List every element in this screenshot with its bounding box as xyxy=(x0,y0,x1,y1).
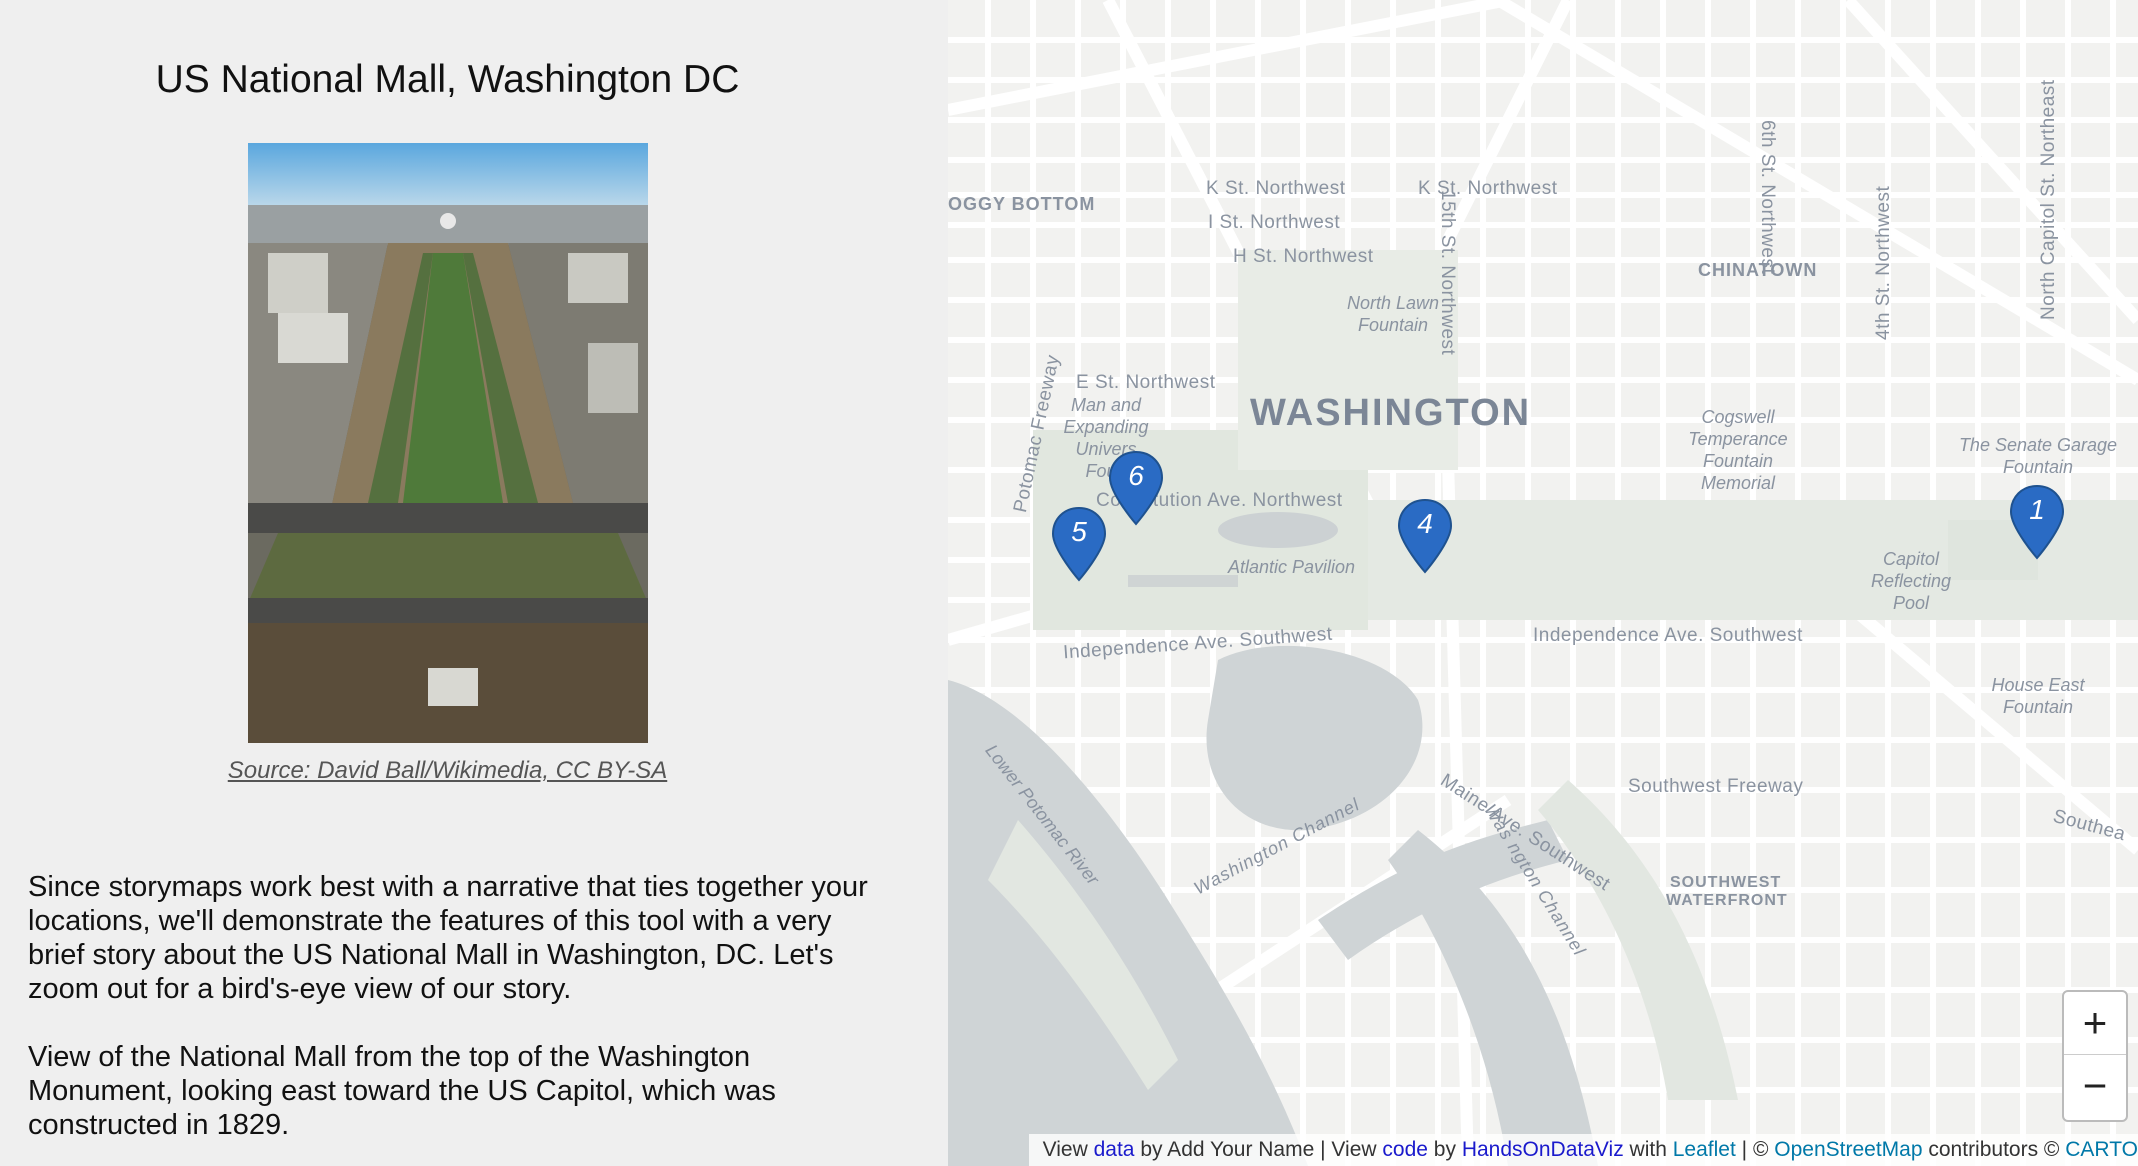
map-marker-5[interactable]: 5 xyxy=(1051,506,1107,582)
street-label: 4th St. Northwest xyxy=(1873,185,1894,340)
neighborhood-label: SOUTHWEST xyxy=(1670,874,1782,891)
map-marker-6[interactable]: 6 xyxy=(1108,450,1164,526)
marker-number: 1 xyxy=(2029,494,2045,525)
openstreetmap-link[interactable]: OpenStreetMap xyxy=(1774,1138,1922,1161)
neighborhood-label: OGGY BOTTOM xyxy=(948,194,1096,214)
poi-label: North Lawn Fountain xyxy=(1346,293,1440,335)
street-label: K St. Northwest xyxy=(1206,178,1346,199)
street-label: 6th St. Northwest xyxy=(1757,120,1778,275)
attribution-text: with xyxy=(1629,1138,1667,1161)
attribution-text: | © xyxy=(1741,1138,1769,1161)
map-marker-1[interactable]: 1 xyxy=(2009,484,2065,560)
national-mall-photo xyxy=(248,143,648,743)
street-label: E St. Northwest xyxy=(1076,372,1216,393)
street-label: H St. Northwest xyxy=(1233,246,1374,267)
story-sidebar: US National Mall, Washington DC Source: … xyxy=(0,0,948,1166)
street-label: I St. Northwest xyxy=(1208,212,1341,233)
carto-link[interactable]: CARTO xyxy=(2065,1138,2138,1161)
poi-label: Cogswell Temperance Fountain Memorial xyxy=(1688,407,1788,493)
zoom-out-button[interactable]: − xyxy=(2064,1055,2126,1117)
attribution-text: by Add Your Name | View xyxy=(1140,1138,1377,1161)
story-paragraph: View of the National Mall from the top o… xyxy=(28,1041,776,1141)
street-label: Independence Ave. Southwest xyxy=(1533,625,1803,646)
handsondataviz-link[interactable]: HandsOnDataViz xyxy=(1462,1138,1624,1161)
zoom-in-button[interactable]: + xyxy=(2064,992,2126,1055)
image-source-link[interactable]: Source: David Ball/Wikimedia, CC BY-SA xyxy=(0,757,895,785)
marker-number: 5 xyxy=(1071,516,1087,547)
city-label: WASHINGTON xyxy=(1250,392,1532,434)
poi-label: Atlantic Pavilion xyxy=(1228,557,1356,577)
poi-label: House East Fountain xyxy=(1991,675,2085,717)
zoom-control: + − xyxy=(2062,990,2128,1122)
map-attribution: View data by Add Your Name | View code b… xyxy=(1028,1134,2138,1166)
neighborhood-label: WATERFRONT xyxy=(1666,892,1788,909)
poi-label: Capitol Reflecting Pool xyxy=(1870,549,1952,613)
map-view[interactable]: K St. Northwest K St. Northwest I St. No… xyxy=(948,0,2138,1166)
attribution-text: contributors © xyxy=(1928,1138,2060,1161)
attribution-text: by xyxy=(1433,1138,1456,1161)
data-link[interactable]: data xyxy=(1094,1138,1135,1161)
attribution-text: View xyxy=(1042,1138,1088,1161)
poi-label: The Senate Garage Fountain xyxy=(1958,435,2118,477)
code-link[interactable]: code xyxy=(1382,1138,1428,1161)
marker-number: 4 xyxy=(1417,508,1433,539)
marker-number: 6 xyxy=(1128,460,1144,491)
street-label: North Capitol St. Northeast xyxy=(2038,79,2059,320)
neighborhood-label: CHINATOWN xyxy=(1698,260,1818,280)
leaflet-link[interactable]: Leaflet xyxy=(1673,1138,1736,1161)
street-label: Southwest Freeway xyxy=(1628,776,1804,797)
story-paragraph: Since storymaps work best with a narrati… xyxy=(28,871,868,1005)
map-marker-4[interactable]: 4 xyxy=(1397,498,1453,574)
story-title: US National Mall, Washington DC xyxy=(155,58,740,101)
